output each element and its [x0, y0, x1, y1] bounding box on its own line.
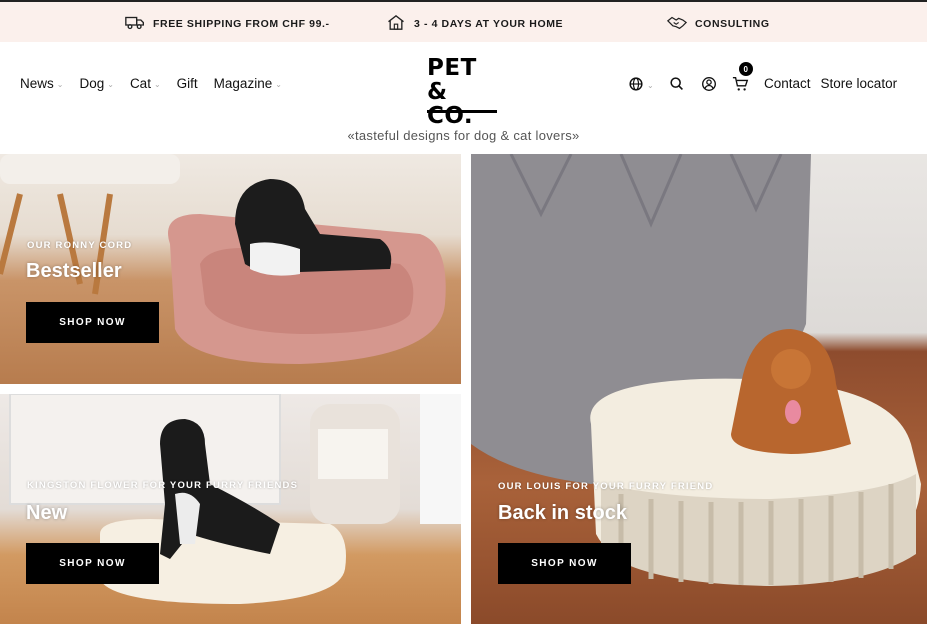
search-icon[interactable] — [668, 75, 686, 93]
tile-kicker: KINGSTON FLOWER FOR YOUR FURRY FRIENDS — [27, 480, 299, 491]
logo-text-line2: & CO. — [427, 79, 474, 129]
handshake-icon — [666, 14, 688, 34]
chevron-down-icon: ⌄ — [56, 80, 64, 89]
cart-button[interactable]: 0 — [732, 62, 753, 93]
nav-item-news[interactable]: News ⌄ — [20, 76, 63, 91]
promo-tile-new[interactable]: KINGSTON FLOWER FOR YOUR FURRY FRIENDS N… — [0, 394, 461, 624]
nav-item-magazine[interactable]: Magazine ⌄ — [214, 76, 282, 91]
logo-text-line1: PET — [427, 55, 477, 81]
chevron-down-icon: ⌄ — [275, 80, 282, 89]
dog-bed-illustration — [9, 394, 461, 604]
globe-icon — [627, 75, 645, 93]
usp-bar: FREE SHIPPING FROM CHF 99.- 3 - 4 DAYS A… — [0, 0, 927, 42]
user-icon[interactable] — [700, 75, 718, 93]
shop-now-button[interactable]: SHOP NOW — [26, 543, 159, 584]
site-header: News ⌄ Dog ⌄ Cat ⌄ Gift Magazine ⌄ PET &… — [0, 42, 927, 154]
nav-item-gift[interactable]: Gift — [177, 76, 198, 91]
site-tagline: «tasteful designs for dog & cat lovers» — [347, 128, 580, 143]
logo-underline — [427, 110, 497, 113]
contact-link[interactable]: Contact — [764, 76, 811, 91]
nav-item-dog[interactable]: Dog ⌄ — [79, 76, 113, 91]
header-icons: ⌄ 0 — [627, 62, 753, 93]
usp-text: CONSULTING — [695, 18, 770, 30]
promo-tile-bestseller[interactable]: OUR RONNY CORD Bestseller SHOP NOW — [0, 154, 461, 384]
house-icon — [386, 14, 406, 34]
nav-label: Gift — [176, 76, 198, 91]
tile-headline: Bestseller — [26, 260, 122, 282]
nav-label: Cat — [129, 76, 151, 91]
nav-label: Dog — [79, 76, 105, 91]
promo-tile-back-in-stock[interactable]: OUR LOUIS FOR YOUR FURRY FRIEND Back in … — [471, 154, 927, 624]
usp-text: FREE SHIPPING FROM CHF 99.- — [153, 18, 330, 30]
cart-count-badge: 0 — [738, 62, 753, 76]
main-nav: News ⌄ Dog ⌄ Cat ⌄ Gift Magazine ⌄ — [20, 76, 282, 91]
site-logo[interactable]: PET & CO. — [427, 55, 499, 128]
usp-consulting: CONSULTING — [666, 14, 770, 34]
language-selector[interactable]: ⌄ — [627, 75, 654, 93]
chevron-down-icon: ⌄ — [107, 80, 114, 89]
tile-headline: New — [26, 502, 68, 524]
cart-icon — [732, 77, 750, 97]
tile-kicker: OUR RONNY CORD — [27, 240, 133, 251]
nav-label: News — [20, 76, 54, 91]
store-locator-link[interactable]: Store locator — [821, 76, 898, 91]
usp-free-shipping: FREE SHIPPING FROM CHF 99.- — [125, 14, 330, 34]
shop-now-button[interactable]: SHOP NOW — [498, 543, 631, 584]
usp-delivery-time: 3 - 4 DAYS AT YOUR HOME — [386, 14, 563, 34]
header-links: Contact Store locator — [764, 76, 897, 91]
tile-kicker: OUR LOUIS FOR YOUR FURRY FRIEND — [498, 481, 714, 492]
usp-text: 3 - 4 DAYS AT YOUR HOME — [414, 18, 564, 30]
chevron-down-icon: ⌄ — [647, 80, 654, 90]
shop-now-button[interactable]: SHOP NOW — [26, 302, 159, 343]
nav-label: Magazine — [213, 76, 273, 91]
tile-headline: Back in stock — [498, 502, 627, 524]
truck-icon — [125, 14, 145, 34]
nav-item-cat[interactable]: Cat ⌄ — [130, 76, 161, 91]
chevron-down-icon: ⌄ — [153, 80, 161, 89]
